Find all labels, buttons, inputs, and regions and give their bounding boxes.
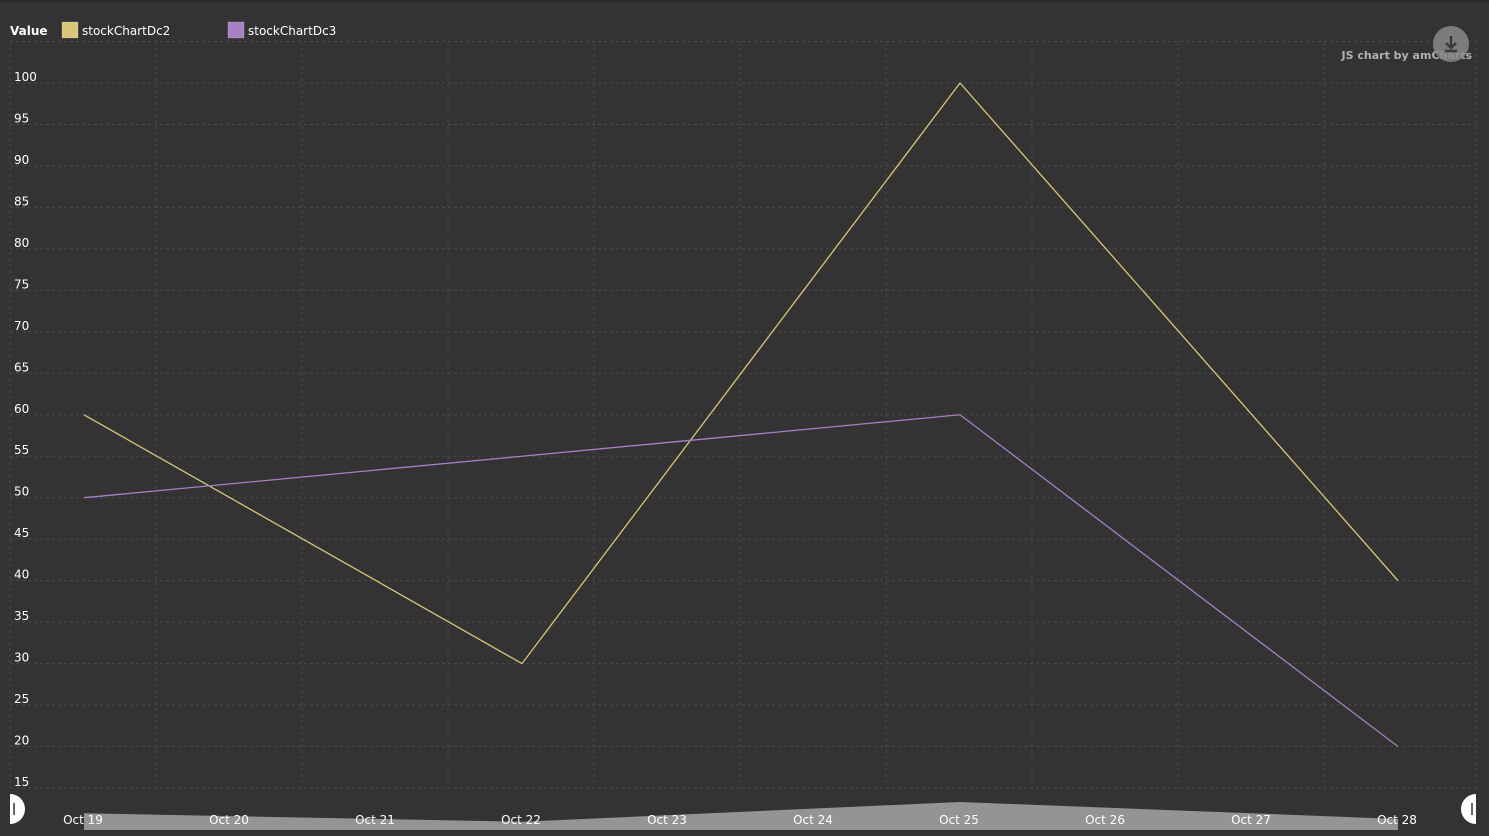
y-tick-label: 100 (14, 70, 37, 84)
y-tick-label: 35 (14, 609, 29, 623)
legend-swatch-stockChartDc2[interactable] (61, 21, 79, 39)
y-tick-label: 30 (14, 651, 29, 665)
y-tick-label: 40 (14, 568, 29, 582)
x-tick-label: Oct 21 (355, 813, 395, 827)
y-tick-label: 80 (14, 236, 29, 250)
grid (9, 41, 1477, 789)
chart-container: 15 20 25 30 35 40 45 50 55 60 65 70 75 80 85 90 95 100 Oc… (0, 0, 1489, 836)
y-tick-label: 45 (14, 526, 29, 540)
y-tick-label: 95 (14, 111, 29, 125)
y-tick-label: 15 (14, 775, 29, 789)
line-chart: 15 20 25 30 35 40 45 50 55 60 65 70 75 80 85 90 95 100 Oc… (9, 21, 1477, 830)
y-tick-label: 75 (14, 277, 29, 291)
y-tick-label: 55 (14, 443, 29, 457)
y-tick-label: 70 (14, 319, 29, 333)
y-axis-ticks: 15 20 25 30 35 40 45 50 55 60 65 70 75 80 85 90 95 100 (14, 70, 37, 789)
y-tick-label: 90 (14, 153, 29, 167)
legend-swatch-stockChartDc3[interactable] (227, 21, 245, 39)
x-tick-label: Oct 23 (647, 813, 687, 827)
legend: Value stockChartDc2 stockChartDc3 (10, 21, 336, 39)
legend-label-stockChartDc3[interactable]: stockChartDc3 (248, 24, 336, 38)
legend-title: Value (10, 24, 48, 38)
legend-label-stockChartDc2[interactable]: stockChartDc2 (82, 24, 170, 38)
x-tick-label: Oct 27 (1231, 813, 1271, 827)
x-tick-label: Oct 25 (939, 813, 979, 827)
y-tick-label: 60 (14, 402, 29, 416)
x-tick-label: Oct 26 (1085, 813, 1125, 827)
y-tick-label: 20 (14, 734, 29, 748)
x-tick-label: Oct 22 (501, 813, 541, 827)
scrollbar-grip-right[interactable] (1461, 794, 1476, 824)
x-tick-label: Oct 20 (209, 813, 249, 827)
y-tick-label: 50 (14, 485, 29, 499)
scrollbar-grip-left[interactable] (10, 794, 25, 824)
scrollbar-preview-area (84, 802, 1398, 830)
x-tick-label: Oct 19 (63, 813, 103, 827)
y-tick-label: 85 (14, 194, 29, 208)
download-icon[interactable] (1433, 26, 1469, 62)
y-tick-label: 25 (14, 692, 29, 706)
x-tick-label: Oct 28 (1377, 813, 1417, 827)
y-tick-label: 65 (14, 360, 29, 374)
x-tick-label: Oct 24 (793, 813, 833, 827)
